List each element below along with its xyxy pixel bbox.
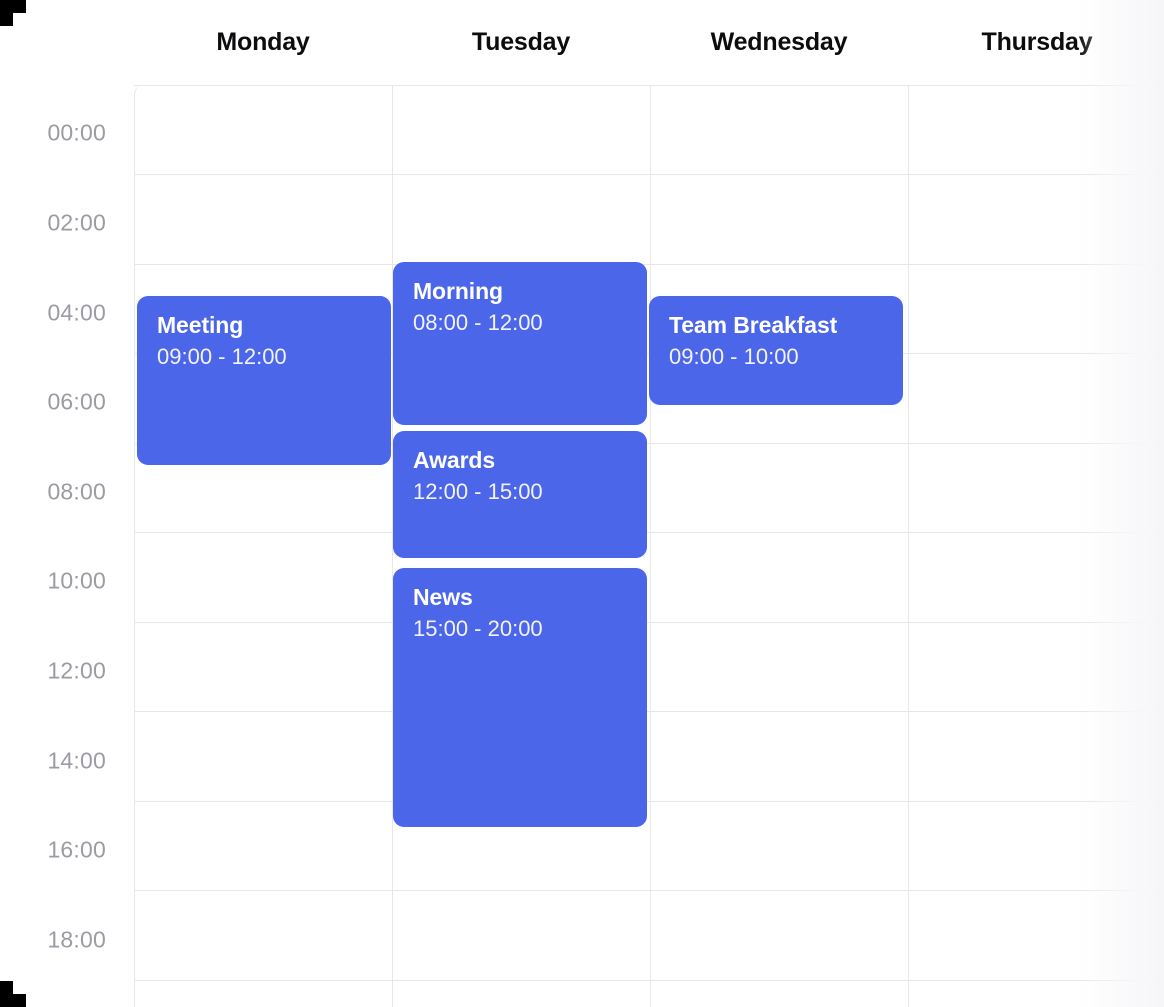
time-axis-label: 16:00	[47, 836, 106, 863]
time-axis-label: 00:00	[47, 119, 106, 146]
event-block[interactable]: Team Breakfast 09:00 - 10:00	[649, 296, 903, 405]
event-title: Team Breakfast	[669, 312, 838, 338]
time-axis-label: 02:00	[47, 209, 106, 236]
time-axis: 00:00 02:00 04:00 06:00 08:00 10:00 12:0…	[0, 0, 134, 1007]
event-title: Morning	[413, 278, 503, 304]
event-title: News	[413, 584, 473, 610]
time-axis-label: 12:00	[47, 657, 106, 684]
event-block[interactable]: News 15:00 - 20:00	[393, 568, 647, 827]
event-title: Meeting	[157, 312, 244, 338]
time-axis-label: 06:00	[47, 388, 106, 415]
events-layer: Meeting 09:00 - 12:00 Morning 08:00 - 12…	[134, 0, 1164, 1007]
event-block[interactable]: Meeting 09:00 - 12:00	[137, 296, 391, 465]
corner-marker-bottom-left	[0, 981, 26, 1007]
time-axis-label: 04:00	[47, 299, 106, 326]
time-axis-label: 18:00	[47, 926, 106, 953]
time-axis-label: 10:00	[47, 567, 106, 594]
event-time: 12:00 - 15:00	[413, 479, 543, 505]
event-time: 09:00 - 12:00	[157, 344, 287, 370]
event-title: Awards	[413, 447, 496, 473]
weekly-calendar: Monday Tuesday Wednesday Thursday 00:00 …	[0, 0, 1164, 1007]
time-axis-label: 14:00	[47, 747, 106, 774]
corner-marker-top-left	[0, 0, 26, 26]
event-block[interactable]: Awards 12:00 - 15:00	[393, 431, 647, 558]
time-axis-label: 08:00	[47, 478, 106, 505]
event-time: 08:00 - 12:00	[413, 310, 543, 336]
event-block[interactable]: Morning 08:00 - 12:00	[393, 262, 647, 425]
event-time: 09:00 - 10:00	[669, 344, 799, 370]
event-time: 15:00 - 20:00	[413, 616, 543, 642]
